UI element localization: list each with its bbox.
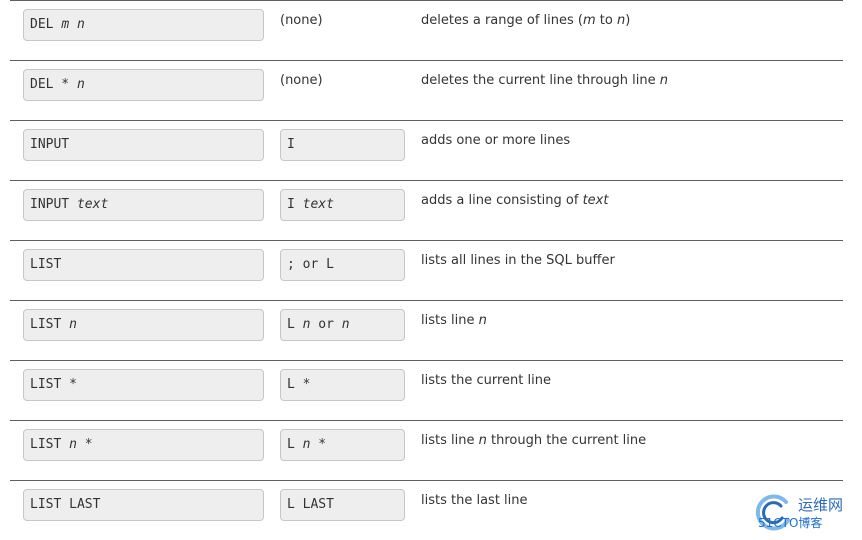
text-fragment: INPUT bbox=[30, 137, 70, 152]
text-fragment: n bbox=[69, 437, 77, 452]
text-fragment: n bbox=[659, 73, 669, 88]
command-code: LIST n * bbox=[23, 429, 264, 461]
text-fragment: n bbox=[76, 77, 85, 92]
abbreviation-none: (none) bbox=[280, 13, 323, 28]
text-fragment: text bbox=[582, 193, 609, 208]
table-row: DEL * n (none) deletes the current line th… bbox=[10, 60, 843, 120]
description: lists the current line bbox=[421, 372, 551, 390]
text-fragment: L * bbox=[287, 377, 311, 392]
command-code: INPUT text bbox=[23, 189, 264, 221]
text-fragment: lists the current line bbox=[421, 373, 551, 388]
description: lists the last line bbox=[421, 492, 528, 510]
text-fragment: m bbox=[61, 17, 70, 32]
text-fragment: LIST LAST bbox=[30, 497, 101, 512]
text-fragment bbox=[69, 17, 77, 32]
watermark: 运维网 51CTO博客 bbox=[754, 492, 862, 536]
abbreviation-code: L n or n bbox=[280, 309, 405, 341]
command-code: LIST n bbox=[23, 309, 264, 341]
text-fragment: deletes a range of lines ( bbox=[421, 13, 583, 28]
text-fragment: INPUT bbox=[30, 197, 77, 212]
text-fragment: DEL * bbox=[30, 77, 77, 92]
description: deletes the current line through line n bbox=[421, 72, 668, 90]
text-fragment: LIST * bbox=[30, 377, 77, 392]
text-fragment: LIST bbox=[30, 437, 70, 452]
abbreviation-none: (none) bbox=[280, 73, 323, 88]
description: lists all lines in the SQL buffer bbox=[421, 252, 615, 270]
text-fragment: lists line bbox=[421, 313, 479, 328]
text-fragment: to bbox=[595, 13, 617, 28]
command-code: DEL m n bbox=[23, 9, 264, 41]
text-fragment: I bbox=[287, 137, 295, 152]
abbreviation-code: L n * bbox=[280, 429, 405, 461]
table-row: LIST ; or L lists all lines in the SQL buf… bbox=[10, 240, 843, 300]
text-fragment: or bbox=[310, 317, 342, 332]
text-fragment: adds a line consisting of bbox=[421, 193, 583, 208]
text-fragment: m bbox=[583, 13, 596, 28]
text-fragment: n bbox=[478, 313, 487, 328]
description: adds one or more lines bbox=[421, 132, 570, 150]
command-code: DEL * n bbox=[23, 69, 264, 101]
text-fragment: through the current line bbox=[486, 433, 647, 448]
text-fragment: ) bbox=[625, 13, 631, 28]
description: deletes a range of lines (m to n) bbox=[421, 12, 630, 30]
text-fragment: n bbox=[69, 317, 77, 332]
abbreviation-code: I bbox=[280, 129, 405, 161]
text-fragment: * bbox=[76, 437, 93, 452]
text-fragment: I bbox=[287, 197, 303, 212]
watermark-subtitle: 51CTO博客 bbox=[758, 516, 823, 530]
text-fragment: * bbox=[310, 437, 327, 452]
text-fragment: n bbox=[478, 433, 487, 448]
description: lists line n through the current line bbox=[421, 432, 646, 450]
abbreviation-code: L LAST bbox=[280, 489, 405, 521]
text-fragment: lists line bbox=[421, 433, 479, 448]
table-row: DEL m n (none) deletes a range of lines (m… bbox=[10, 0, 843, 60]
command-table: DEL m n (none) deletes a range of lines (m… bbox=[10, 0, 843, 540]
text-fragment: ; or L bbox=[287, 257, 334, 272]
description: adds a line consisting of text bbox=[421, 192, 608, 210]
command-code: LIST LAST bbox=[23, 489, 264, 521]
table-row: INPUT text I text adds a line consisting o… bbox=[10, 180, 843, 240]
table-row: LIST LAST L LAST lists the last line bbox=[10, 480, 843, 540]
text-fragment: L bbox=[287, 437, 303, 452]
command-code: LIST * bbox=[23, 369, 264, 401]
text-fragment: DEL bbox=[30, 17, 62, 32]
text-fragment: text bbox=[302, 197, 334, 212]
table-row: INPUT Iadds one or more lines bbox=[10, 120, 843, 180]
text-fragment: n bbox=[341, 317, 350, 332]
text-fragment: LIST bbox=[30, 317, 70, 332]
command-code: LIST bbox=[23, 249, 264, 281]
abbreviation-code: I text bbox=[280, 189, 405, 221]
text-fragment: deletes the current line through line bbox=[421, 73, 660, 88]
command-code: INPUT bbox=[23, 129, 264, 161]
text-fragment: adds one or more lines bbox=[421, 133, 571, 148]
description: lists line n bbox=[421, 312, 487, 330]
watermark-title: 运维网 bbox=[798, 496, 844, 514]
text-fragment: n bbox=[76, 17, 85, 32]
text-fragment: LIST bbox=[30, 257, 62, 272]
table-row: LIST * L * lists the current line bbox=[10, 360, 843, 420]
text-fragment: L bbox=[287, 317, 303, 332]
text-fragment: text bbox=[76, 197, 109, 212]
table-row: LIST n * L n * lists line n through the cu… bbox=[10, 420, 843, 480]
abbreviation-code: ; or L bbox=[280, 249, 405, 281]
text-fragment: L LAST bbox=[287, 497, 334, 512]
abbreviation-code: L * bbox=[280, 369, 405, 401]
text-fragment: lists the last line bbox=[421, 493, 528, 508]
table-row: LIST nL n or n lists line n bbox=[10, 300, 843, 360]
text-fragment: lists all lines in the SQL buffer bbox=[421, 253, 615, 268]
text-fragment: n bbox=[617, 13, 626, 28]
